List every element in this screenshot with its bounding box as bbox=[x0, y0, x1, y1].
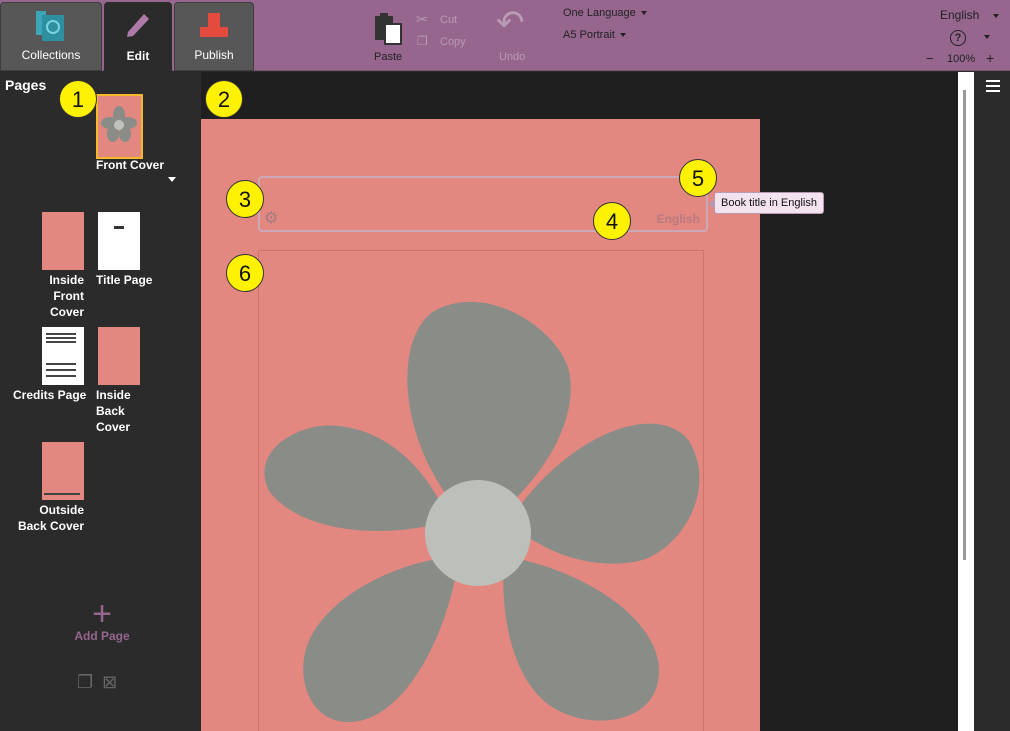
callout-4: 4 bbox=[593, 202, 631, 240]
collections-icon bbox=[36, 11, 64, 41]
right-rail bbox=[974, 72, 1010, 731]
cut-button[interactable]: Cut bbox=[440, 14, 457, 26]
copy-button[interactable]: Copy bbox=[440, 36, 466, 48]
page-thumb-outside-back-cover[interactable] bbox=[42, 442, 84, 500]
page-menu-chevron-icon[interactable] bbox=[168, 177, 176, 182]
editing-workspace: ⚙ English bbox=[201, 72, 974, 731]
undo-button[interactable]: Undo bbox=[499, 51, 525, 63]
delete-page-icon[interactable]: ⊠ bbox=[102, 672, 117, 692]
tab-collections-label: Collections bbox=[21, 48, 81, 62]
callout-5: 5 bbox=[679, 159, 717, 197]
front-cover-page: ⚙ English bbox=[201, 119, 760, 731]
page-label-credits-page: Credits Page bbox=[13, 388, 87, 402]
page-thumb-credits-page[interactable] bbox=[42, 327, 84, 385]
chevron-down-icon bbox=[984, 35, 990, 40]
paste-button[interactable]: Paste bbox=[374, 51, 402, 63]
paste-icon bbox=[372, 12, 404, 45]
help-button[interactable]: ? bbox=[950, 28, 990, 46]
tab-collections[interactable]: Collections bbox=[0, 2, 102, 71]
language-mode-dropdown[interactable]: One Language bbox=[563, 7, 647, 19]
page-action-icons: ❐ ⊠ bbox=[77, 672, 117, 693]
back-cover-text-line bbox=[44, 493, 80, 495]
page-label-inside-back-cover: Inside Back Cover bbox=[96, 388, 131, 434]
pages-title: Pages bbox=[5, 77, 47, 93]
top-toolbar: Collections Edit Publish Paste ✂ Cut ❐ C… bbox=[0, 0, 1010, 71]
ui-language-value: English bbox=[940, 8, 980, 22]
publish-icon bbox=[200, 13, 228, 37]
callout-1: 1 bbox=[59, 80, 97, 118]
flower-thumb-icon bbox=[101, 106, 137, 142]
page-thumb-title-page[interactable] bbox=[98, 212, 140, 270]
page-label-outside-back-cover: Outside Back Cover bbox=[17, 503, 84, 533]
tab-edit[interactable]: Edit bbox=[104, 2, 172, 71]
undo-icon: ↶ bbox=[496, 4, 525, 42]
zoom-out-button[interactable]: − bbox=[926, 51, 934, 66]
page-thumb-front-cover[interactable] bbox=[98, 96, 141, 157]
page-label-inside-front-cover: Inside Front Cover bbox=[49, 273, 84, 319]
workspace-scrollbar[interactable] bbox=[958, 72, 974, 731]
page-size-value: A5 Portrait bbox=[563, 29, 615, 41]
add-page-button[interactable]: + Add Page bbox=[72, 595, 132, 643]
plus-icon: + bbox=[92, 595, 112, 633]
language-mode-value: One Language bbox=[563, 7, 636, 19]
book-title-field[interactable]: ⚙ English bbox=[258, 176, 708, 232]
page-label-title-page: Title Page bbox=[96, 273, 153, 287]
cover-image-container[interactable] bbox=[258, 250, 704, 731]
tab-publish[interactable]: Publish bbox=[174, 2, 254, 71]
pencil-icon bbox=[127, 14, 149, 37]
help-icon: ? bbox=[950, 30, 966, 46]
chevron-down-icon bbox=[640, 11, 647, 16]
tab-edit-label: Edit bbox=[126, 49, 150, 63]
credits-text-lines bbox=[46, 333, 76, 335]
add-page-label: Add Page bbox=[74, 629, 130, 643]
cut-icon: ✂ bbox=[416, 11, 428, 27]
title-language-tag: English bbox=[656, 212, 700, 226]
gear-icon[interactable]: ⚙ bbox=[264, 208, 278, 228]
scrollbar-thumb[interactable] bbox=[963, 90, 966, 560]
zoom-level: 100% bbox=[947, 53, 976, 65]
callout-6: 6 bbox=[226, 254, 264, 292]
page-thumb-inside-front-cover[interactable] bbox=[42, 212, 84, 270]
hamburger-menu-icon[interactable] bbox=[986, 80, 1000, 95]
page-thumb-inside-back-cover[interactable] bbox=[98, 327, 140, 385]
title-tooltip: Book title in English bbox=[708, 192, 824, 214]
pages-panel: Pages Front Cover Inside Front Cover Tit… bbox=[0, 72, 200, 731]
page-size-dropdown[interactable]: A5 Portrait bbox=[563, 29, 626, 41]
copy-icon: ❐ bbox=[417, 34, 428, 48]
callout-3: 3 bbox=[226, 180, 264, 218]
zoom-in-button[interactable]: + bbox=[986, 50, 994, 66]
chevron-down-icon bbox=[619, 33, 626, 38]
title-page-mark bbox=[114, 226, 124, 229]
tab-publish-label: Publish bbox=[194, 48, 234, 62]
duplicate-page-icon[interactable]: ❐ bbox=[77, 672, 93, 692]
callout-2: 2 bbox=[205, 80, 243, 118]
bloom-editor-window: Collections Edit Publish Paste ✂ Cut ❐ C… bbox=[0, 0, 1010, 731]
page-label-front-cover: Front Cover bbox=[96, 158, 165, 172]
ui-language-dropdown[interactable]: English bbox=[940, 8, 1000, 22]
flower-image bbox=[264, 301, 700, 723]
chevron-down-icon bbox=[993, 13, 1000, 18]
